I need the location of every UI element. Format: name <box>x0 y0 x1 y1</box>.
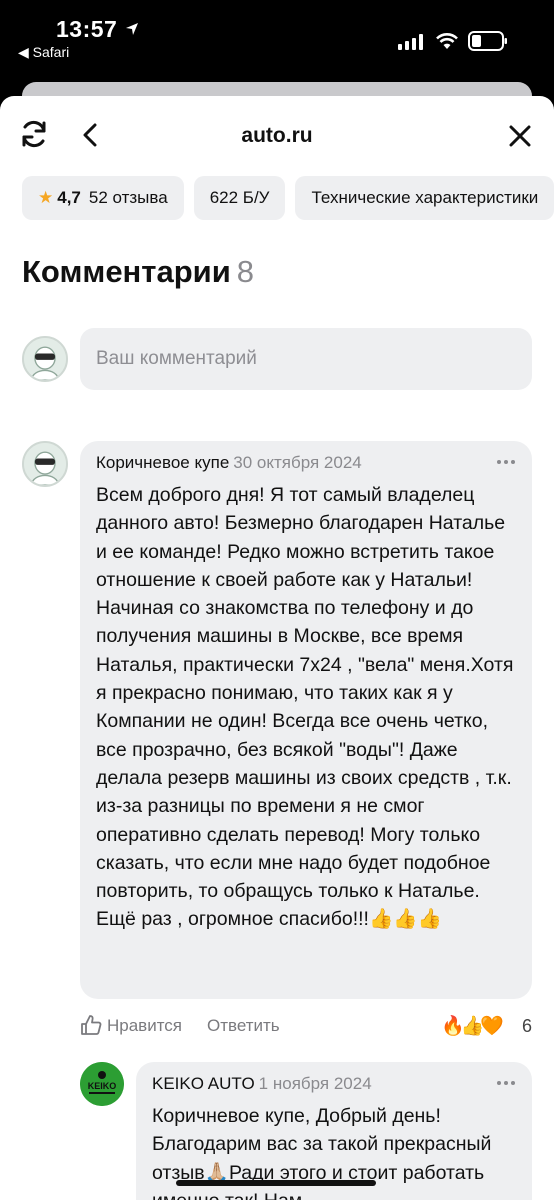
browser-nav-bar: auto.ru <box>0 96 554 176</box>
clock: 13:57 <box>56 16 118 42</box>
comments-title: Комментарии <box>22 254 231 289</box>
wifi-icon <box>436 33 458 49</box>
comment-header: Коричневое купе 30 октября 2024 <box>96 453 362 473</box>
used-cars-chip[interactable]: 622 Б/У <box>193 176 286 220</box>
close-icon[interactable] <box>508 124 532 148</box>
back-to-safari-link[interactable]: ◀ Safari <box>18 44 69 61</box>
thumbs-up-icon[interactable] <box>80 1014 102 1036</box>
robot-avatar-icon <box>24 443 66 485</box>
reactions-emoji[interactable]: 🔥👍🧡 <box>441 1014 504 1038</box>
more-options-icon[interactable] <box>496 1080 516 1086</box>
comment-actions: Нравится Ответить 🔥👍🧡 6 <box>80 1012 532 1040</box>
home-indicator[interactable] <box>176 1180 376 1186</box>
cellular-signal-icon <box>398 34 423 50</box>
reviews-count: 52 отзыва <box>88 188 168 207</box>
location-arrow-icon <box>126 23 138 35</box>
browser-sheet: auto.ru ★ 4,7 52 отзыва 622 Б/У Технические… <box>0 96 554 1200</box>
comment-input[interactable]: Ваш комментарий <box>80 328 532 390</box>
rating-value: 4,7 <box>57 188 81 207</box>
star-icon: ★ <box>38 188 54 207</box>
reply-button[interactable]: Ответить <box>207 1016 280 1036</box>
comment-author[interactable]: Коричневое купе <box>96 453 229 472</box>
reply-date: 1 ноября 2024 <box>258 1074 372 1093</box>
user-avatar <box>22 336 68 382</box>
commenter-avatar <box>22 441 68 487</box>
comment-date: 30 октября 2024 <box>233 453 362 472</box>
comment-text: Всем доброго дня! Я тот самый владелец д… <box>96 484 514 931</box>
specs-chip[interactable]: Технические характеристики <box>295 176 554 220</box>
status-bar: 13:57 ◀ Safari <box>0 0 554 80</box>
more-options-icon[interactable] <box>496 459 516 465</box>
comment-bubble: Коричневое купе 30 октября 2024 Всем добр… <box>80 441 532 999</box>
keiko-logo-icon: KEIKO <box>80 1062 124 1106</box>
comments-heading: Комментарии 8 <box>22 254 254 290</box>
rating-chip[interactable]: ★ 4,7 52 отзыва <box>22 176 184 220</box>
reply-header: KEIKO AUTO 1 ноября 2024 <box>152 1074 372 1094</box>
page-url-title: auto.ru <box>241 124 313 147</box>
like-button[interactable]: Нравится <box>107 1016 182 1036</box>
info-chips: ★ 4,7 52 отзыва 622 Б/У Технические характе… <box>22 176 554 222</box>
battery-icon <box>468 31 507 51</box>
reactions-count: 6 <box>521 1016 532 1036</box>
keiko-avatar: KEIKO <box>80 1062 124 1106</box>
keiko-logo-text: KEIKO <box>88 1081 117 1091</box>
reply-author[interactable]: KEIKO AUTO <box>152 1074 255 1093</box>
robot-avatar-icon <box>24 338 66 380</box>
comments-count: 8 <box>236 254 255 289</box>
